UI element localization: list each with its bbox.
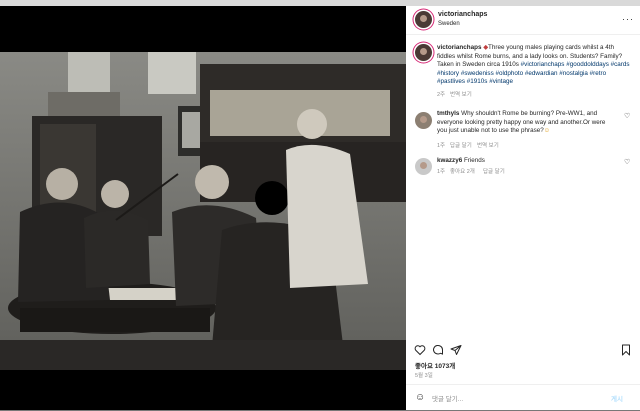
- hashtag[interactable]: #oldphoto: [495, 70, 523, 77]
- caption-translate-link[interactable]: 번역 보기: [450, 90, 472, 98]
- hashtag[interactable]: #victorianchaps: [521, 61, 565, 68]
- send-icon[interactable]: [450, 344, 462, 356]
- post-actions: [406, 344, 640, 358]
- author-avatar[interactable]: [415, 11, 432, 28]
- caption-username[interactable]: victorianchaps: [437, 44, 481, 51]
- hashtag[interactable]: #history: [437, 70, 459, 77]
- smiley-emoji-icon: ☺: [543, 127, 551, 135]
- comment-reply-button[interactable]: 답글 달기: [450, 141, 472, 149]
- commenter-avatar[interactable]: [415, 112, 432, 129]
- post-photo[interactable]: [0, 52, 406, 370]
- bookmark-icon[interactable]: [620, 344, 632, 356]
- hashtag[interactable]: #vintage: [489, 78, 513, 85]
- post-comment-button[interactable]: 게시: [611, 393, 623, 403]
- comment-username[interactable]: tmthyls: [437, 110, 459, 117]
- comment-age: 1주: [437, 143, 446, 149]
- comment-2: kwazzy6 Friends: [437, 157, 617, 166]
- hashtag[interactable]: #retro: [590, 70, 606, 77]
- comment-translate-link[interactable]: 번역 보기: [477, 141, 499, 149]
- caption-avatar[interactable]: [415, 44, 432, 61]
- caption-age: 2주: [437, 92, 446, 98]
- post-header: victorianchaps Sweden: [406, 6, 640, 35]
- comment-like-icon[interactable]: ♡: [624, 158, 630, 166]
- post-caption: victorianchaps ◆Three young males playin…: [437, 44, 633, 87]
- author-username[interactable]: victorianchaps: [438, 11, 487, 18]
- comment-likes-count[interactable]: 좋아요 2개: [450, 167, 475, 175]
- comment-like-icon[interactable]: ♡: [624, 112, 630, 120]
- hashtag[interactable]: #pastlives: [437, 78, 465, 85]
- comment-text: Friends: [463, 157, 485, 164]
- more-horizontal-icon[interactable]: ···: [622, 14, 634, 24]
- smiley-icon[interactable]: ☺: [415, 392, 425, 403]
- hashtag[interactable]: #nostalgia: [559, 70, 588, 77]
- likes-count[interactable]: 좋아요 1073개: [415, 360, 455, 370]
- comment-reply-button[interactable]: 답글 달기: [483, 167, 505, 175]
- comment-icon[interactable]: [432, 344, 444, 356]
- hashtag[interactable]: #edwardian: [525, 70, 558, 77]
- post-media-pane: [0, 6, 406, 410]
- comment-age: 1주: [437, 169, 446, 175]
- hashtag[interactable]: #swedeniss: [461, 70, 494, 77]
- post-location[interactable]: Sweden: [438, 21, 460, 27]
- post-date: 5월 3일: [415, 373, 433, 379]
- comment-text: Why shouldn't Rome be burning? Pre-WW1, …: [437, 110, 606, 135]
- comment-username[interactable]: kwazzy6: [437, 157, 462, 164]
- comment-bar: ☺ 댓글 달기... 게시: [406, 384, 640, 411]
- hashtag[interactable]: #gooddolddays: [566, 61, 609, 68]
- commenter-avatar[interactable]: [415, 158, 432, 175]
- hashtag[interactable]: #1910s: [467, 78, 488, 85]
- heart-icon[interactable]: [414, 344, 426, 356]
- post-sidebar: victorianchaps Sweden victorianchaps ◆Th…: [406, 6, 640, 410]
- hashtag[interactable]: #cards: [611, 61, 630, 68]
- comment-1: tmthyls Why shouldn't Rome be burning? P…: [437, 110, 617, 136]
- comment-input[interactable]: 댓글 달기...: [432, 393, 463, 403]
